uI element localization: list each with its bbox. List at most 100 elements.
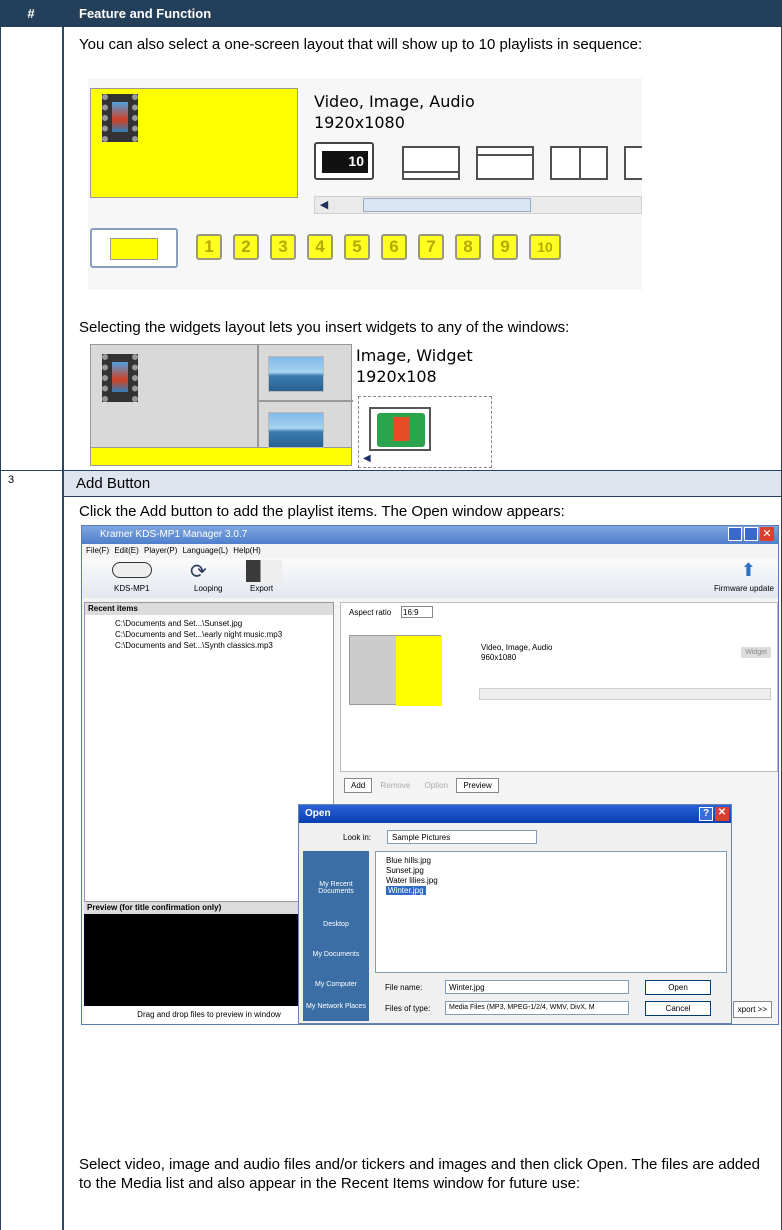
layout-scrollbar[interactable]: ◀ [314, 196, 642, 214]
cancel-button[interactable]: Cancel [645, 1001, 711, 1016]
add-button[interactable]: Add [344, 778, 373, 793]
place-documents[interactable]: My Documents [303, 951, 369, 958]
media-types: Image, Widget [356, 346, 473, 365]
file-type-label: Files of type: [385, 1004, 431, 1013]
remove-button[interactable]: Remove [374, 779, 416, 792]
media-types: Video, Image, Audio [481, 643, 553, 652]
maximize-icon[interactable] [744, 527, 758, 541]
look-in-select[interactable]: Sample Pictures [387, 830, 537, 844]
table-header: # Feature and Function [0, 0, 782, 27]
menu-file[interactable]: File(F) [86, 546, 109, 555]
layout-full-button[interactable] [402, 146, 460, 180]
device-icon[interactable] [112, 562, 152, 578]
export-label: Export [250, 584, 274, 593]
recent-item[interactable]: C:\Documents and Set...\Synth classics.m… [115, 641, 273, 650]
playlist-button-9[interactable]: 9 [492, 234, 518, 260]
recent-items-panel: Recent items C:\Documents and Set...\Sun… [84, 602, 334, 902]
export-icon[interactable] [246, 560, 282, 582]
place-desktop[interactable]: Desktop [303, 921, 369, 928]
device-label: KDS-MP1 [114, 584, 150, 593]
preview-hint: Drag and drop files to preview in window [84, 1006, 334, 1024]
widget-selection: ◀ [358, 396, 492, 468]
playlist-button-5[interactable]: 5 [344, 234, 370, 260]
playlist-button-2[interactable]: 2 [233, 234, 259, 260]
menu-edit[interactable]: Edit(E) [114, 546, 138, 555]
aspect-ratio-label: Aspect ratio [349, 608, 392, 617]
export-button[interactable]: xport >> [732, 1001, 772, 1018]
recent-item[interactable]: C:\Documents and Set...\Sunset.jpg [115, 619, 242, 628]
action-buttons: Add Remove Option Preview [344, 778, 499, 794]
playlist-button-6[interactable]: 6 [381, 234, 407, 260]
resolution: 1920x108 [356, 367, 437, 386]
scroll-left-icon[interactable]: ◀ [317, 198, 331, 212]
place-computer[interactable]: My Computer [303, 981, 369, 988]
open-button[interactable]: Open [645, 980, 711, 995]
playlist-button-1[interactable]: 1 [196, 234, 222, 260]
file-item[interactable]: Water lilies.jpg [386, 876, 438, 885]
playlist-button-4[interactable]: 4 [307, 234, 333, 260]
widget-icon [377, 413, 425, 447]
firmware-label: Firmware update [713, 584, 774, 593]
playlist-button-3[interactable]: 3 [270, 234, 296, 260]
preview-header: Preview (for title confirmation only) [84, 902, 334, 914]
scroll-left-icon[interactable]: ◀ [363, 453, 377, 467]
toolbar: KDS-MP1 ⟳ Looping Export ⬆ Firmware upda… [82, 558, 778, 598]
loop-icon: 10 [322, 151, 368, 173]
playlist-button-8[interactable]: 8 [455, 234, 481, 260]
open-dialog-title-bar: Open ✕ ? [299, 805, 731, 823]
aspect-ratio-select[interactable]: 16:9 [401, 606, 433, 618]
file-type-select[interactable]: Media Files (MP3, MPEG-1/2/4, WMV, DivX,… [445, 1001, 629, 1015]
section-title-band: Add Button [64, 471, 781, 496]
one-screen-text: You can also select a one-screen layout … [79, 36, 643, 53]
playlist-button-7[interactable]: 7 [418, 234, 444, 260]
file-name-input[interactable]: Winter.jpg [445, 980, 629, 994]
widgets-text: Selecting the widgets layout lets you in… [79, 319, 570, 336]
layout-panel: Aspect ratio 16:9 Video, Image, Audio 96… [340, 602, 778, 772]
section-title: Add Button [76, 475, 151, 492]
resolution: 960x1080 [481, 653, 517, 662]
media-types: Video, Image, Audio [314, 92, 475, 111]
recent-item[interactable]: C:\Documents and Set...\early night musi… [115, 630, 282, 639]
loop-badge: 10 [348, 153, 364, 169]
minimize-icon[interactable] [728, 527, 742, 541]
one-screen-tab[interactable] [90, 228, 178, 268]
look-in-label: Look in: [343, 833, 372, 842]
film-icon [102, 354, 138, 402]
looping-label: Looping [194, 584, 223, 593]
menu-language[interactable]: Language(L) [183, 546, 228, 555]
places-bar: My Recent Documents Desktop My Documents… [303, 851, 369, 1021]
file-item[interactable]: Sunset.jpg [386, 866, 424, 875]
mini-layout-preview [349, 635, 442, 706]
scroll-thumb[interactable] [363, 198, 531, 212]
file-item[interactable]: Blue hills.jpg [386, 856, 431, 865]
app-title: Kramer KDS-MP1 Manager 3.0.7 [100, 529, 248, 540]
preview-button[interactable]: Preview [456, 778, 499, 793]
file-list: Blue hills.jpg Sunset.jpg Water lilies.j… [375, 851, 727, 973]
loop-layout-button[interactable]: 10 [314, 142, 374, 180]
file-item-selected[interactable]: Winter.jpg [386, 886, 426, 895]
widget-layout-button[interactable] [369, 407, 431, 451]
menu-bar: File(F) Edit(E) Player(P) Language(L) He… [86, 546, 261, 555]
widget-button[interactable]: Widget [741, 647, 771, 658]
recent-items-header: Recent items [85, 603, 333, 615]
column-feature-header: Feature and Function [79, 6, 212, 21]
layout-split-button[interactable] [550, 146, 608, 180]
layout-more-button[interactable] [624, 146, 642, 180]
column-number-header: # [27, 6, 35, 21]
help-icon[interactable]: ? [699, 807, 713, 821]
open-dialog: Open ✕ ? Look in: Sample Pictures My Rec… [298, 804, 732, 1024]
close-icon[interactable]: ✕ [760, 527, 774, 541]
landscape-icon [268, 412, 324, 448]
menu-help[interactable]: Help(H) [233, 546, 261, 555]
playlist-button-10[interactable]: 10 [529, 234, 561, 260]
place-network[interactable]: My Network Places [303, 1003, 369, 1010]
layout-top-bar-button[interactable] [476, 146, 534, 180]
place-recent[interactable]: My Recent Documents [303, 881, 369, 895]
close-icon[interactable]: ✕ [715, 807, 729, 821]
menu-player[interactable]: Player(P) [144, 546, 177, 555]
firmware-icon[interactable]: ⬆ [741, 560, 756, 581]
manager-screenshot: Kramer KDS-MP1 Manager 3.0.7 ✕ File(F) E… [81, 525, 779, 1025]
layout-scrollbar[interactable] [479, 688, 771, 700]
option-button[interactable]: Option [419, 779, 455, 792]
looping-icon[interactable]: ⟳ [190, 559, 207, 584]
